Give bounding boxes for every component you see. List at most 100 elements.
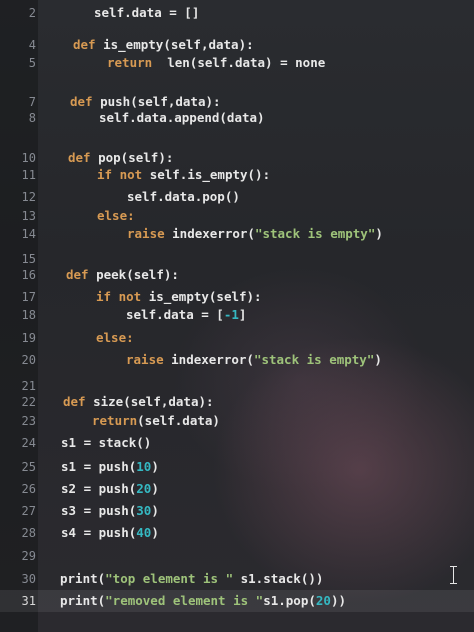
code-line[interactable]: 11 if not self.is_empty(): (0, 164, 474, 186)
code-line[interactable]: 27 s3 = push(30) (0, 500, 474, 522)
number-token: 30 (136, 503, 152, 518)
line-number: 5 (28, 56, 36, 70)
number-token: 20 (136, 481, 152, 496)
line-number: 29 (21, 549, 36, 563)
code-token: peek(self): (96, 267, 179, 282)
line-number: 11 (21, 168, 36, 182)
keyword-token: raise (127, 226, 173, 241)
code-token: self.data.pop() (127, 189, 240, 204)
code-text: return(self.data) (92, 410, 220, 432)
code-token: s4 = push( (61, 525, 137, 540)
code-line[interactable]: 30 print("top element is " s1.stack()) (0, 568, 474, 590)
code-token: ) (375, 226, 383, 241)
string-token: "top element is " (105, 571, 234, 586)
code-line[interactable]: 18 self.data = [-1] (0, 304, 474, 326)
code-token: s3 = push( (61, 503, 137, 518)
code-line[interactable]: 26 s2 = push(20) (0, 478, 474, 500)
line-number: 31 (21, 594, 36, 608)
line-number: 30 (21, 572, 36, 586)
code-line[interactable]: 5 return len(self.data) = none (0, 52, 474, 74)
code-token: indexerror( (172, 226, 255, 241)
code-text: self.data = [] (94, 2, 199, 24)
line-number: 16 (21, 268, 36, 282)
code-text: s3 = push(30) (61, 500, 159, 522)
code-text: if not self.is_empty(): (97, 164, 270, 186)
code-line[interactable]: 16 def peek(self): (0, 264, 474, 286)
code-token: ] (238, 307, 247, 322)
code-token: self.data = [] (94, 5, 200, 20)
code-text: s1 = stack() (61, 432, 151, 454)
line-number: 23 (21, 414, 36, 428)
code-line[interactable]: 29 (0, 545, 474, 567)
code-token: is_empty(self,data): (103, 37, 254, 52)
line-number: 2 (28, 6, 36, 20)
code-token: ) (374, 352, 382, 367)
code-text: s2 = push(20) (61, 478, 159, 500)
code-token: print( (60, 571, 106, 586)
code-token: size(self,data): (93, 394, 214, 409)
string-token: "removed element is " (105, 593, 264, 608)
code-text: s1 = push(10) (61, 456, 159, 478)
code-token: s1 = push( (61, 459, 137, 474)
keyword-token: def (68, 150, 99, 165)
code-token: )) (330, 593, 347, 608)
code-line[interactable]: 25 s1 = push(10) (0, 456, 474, 478)
code-token: ) (151, 503, 159, 518)
code-line[interactable]: 23 return(self.data) (0, 410, 474, 432)
keyword-token: return (107, 55, 160, 70)
number-token: -1 (223, 307, 239, 322)
code-token: is_empty(self): (148, 289, 262, 304)
line-number: 18 (21, 308, 36, 322)
code-token: ) (151, 459, 159, 474)
code-token: self.data.append(data) (99, 110, 265, 125)
code-line[interactable]: 28 s4 = push(40) (0, 522, 474, 544)
code-token: s1.stack()) (233, 571, 324, 586)
code-token: pop(self): (98, 150, 174, 165)
code-text: self.data = [-1] (126, 304, 246, 326)
line-number: 24 (21, 436, 36, 450)
code-token: ) (151, 481, 159, 496)
number-token: 20 (315, 593, 331, 608)
text-cursor-icon (450, 566, 458, 584)
code-text: return len(self.data) = none (107, 52, 325, 74)
code-line[interactable]: 8 self.data.append(data) (0, 107, 474, 129)
code-text: print("removed element is "s1.pop(20)) (60, 590, 346, 612)
code-editor[interactable]: 2 self.data = [] 4 def is_empty(self,data):… (0, 0, 474, 632)
code-token: (self.data) (137, 413, 220, 428)
code-text: raise indexerror("stack is empty") (126, 349, 382, 371)
code-text: def peek(self): (66, 264, 179, 286)
code-line[interactable]: 24 s1 = stack() (0, 432, 474, 454)
keyword-token: else: (96, 330, 134, 345)
code-line[interactable]: 2 self.data = [] (0, 2, 474, 24)
code-token: s1 = stack() (61, 435, 152, 450)
code-line[interactable]: 19 else: (0, 327, 474, 349)
code-token: s2 = push( (61, 481, 137, 496)
keyword-token: raise (126, 352, 172, 367)
line-number: 20 (21, 353, 36, 367)
line-number: 27 (21, 504, 36, 518)
code-line[interactable]: 31 print("removed element is "s1.pop(20)) (0, 590, 474, 612)
code-text: raise indexerror("stack is empty") (127, 223, 383, 245)
code-text: else: (96, 327, 134, 349)
code-line[interactable]: 14 raise indexerror("stack is empty") (0, 223, 474, 245)
keyword-token: if not (97, 167, 150, 182)
code-text: s4 = push(40) (61, 522, 159, 544)
line-number: 26 (21, 482, 36, 496)
keyword-token: def (63, 394, 94, 409)
line-number: 8 (28, 111, 36, 125)
keyword-token: if not (96, 289, 149, 304)
keyword-token: else: (97, 208, 135, 223)
code-line[interactable]: 20 raise indexerror("stack is empty") (0, 349, 474, 371)
line-number: 28 (21, 526, 36, 540)
string-token: "stack is empty" (254, 226, 376, 241)
code-token: s1.pop( (263, 593, 316, 608)
number-token: 40 (136, 525, 152, 540)
number-token: 10 (136, 459, 152, 474)
code-token: indexerror( (171, 352, 254, 367)
code-token: len(self.data) = none (159, 55, 326, 70)
line-number: 19 (21, 331, 36, 345)
keyword-token: def (73, 37, 104, 52)
line-number: 25 (21, 460, 36, 474)
code-token: self.data = [ (126, 307, 224, 322)
code-token: self.is_empty(): (149, 167, 271, 182)
